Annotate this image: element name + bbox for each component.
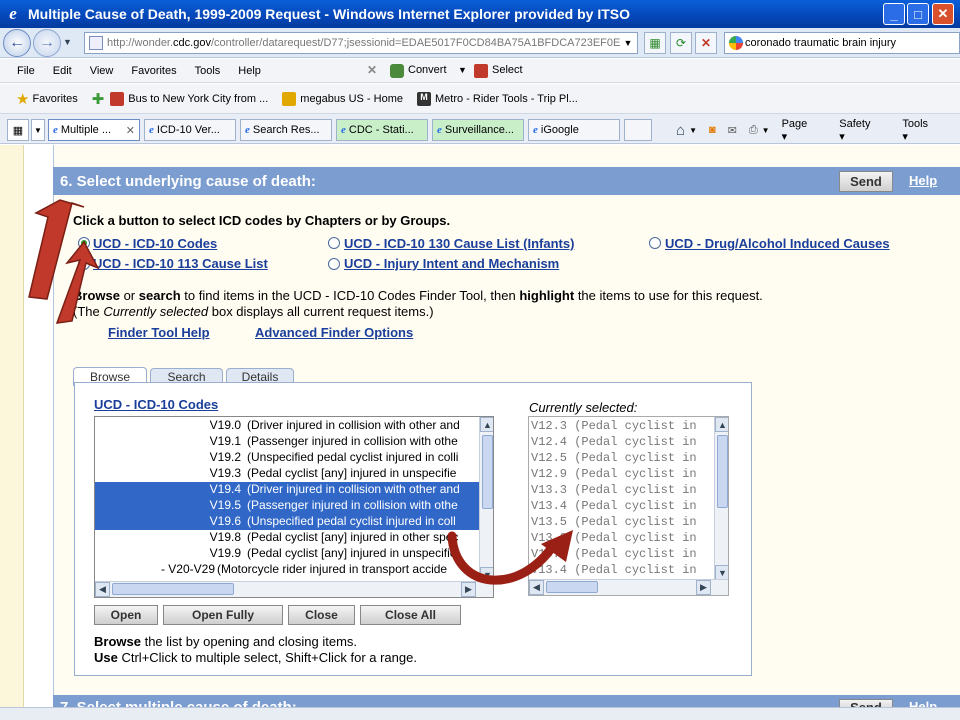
menu-tools[interactable]: Tools: [186, 65, 230, 77]
url-path: /controller/datarequest/D77;jsessionid=E…: [210, 37, 621, 49]
megabus-icon: [282, 91, 297, 106]
feeds-icon[interactable]: ◙: [709, 124, 716, 136]
history-dropdown-icon[interactable]: ▼: [63, 37, 72, 47]
favorites-star-icon: ★: [16, 90, 30, 108]
menu-edit[interactable]: Edit: [44, 65, 81, 77]
tab-igoogle-label: iGoogle: [540, 124, 579, 136]
url-input[interactable]: http://wonder. cdc.gov/controller/datareq…: [84, 32, 638, 54]
favorites-button[interactable]: ★ Favorites: [16, 90, 78, 108]
page-icon: [89, 36, 103, 50]
url-dropdown-icon[interactable]: ▼: [620, 32, 636, 54]
tab-multiple[interactable]: e Multiple ... ✕: [48, 119, 140, 141]
tab-ie-icon: e: [245, 124, 250, 136]
menu-file[interactable]: File: [8, 65, 44, 77]
tab-ie-icon: e: [437, 124, 442, 136]
fav-bus-nyc[interactable]: Bus to New York City from ...: [110, 91, 269, 106]
google-icon: [729, 36, 743, 50]
menu-bar: File Edit View Favorites Tools Help ✕ Co…: [0, 59, 960, 83]
new-tab-button[interactable]: [624, 119, 652, 141]
search-query: coronado traumatic brain injury: [745, 37, 897, 49]
page-menu[interactable]: Page ▾: [782, 118, 828, 143]
tab-surveillance-label: Surveillance...: [444, 124, 514, 136]
maximize-button[interactable]: □: [907, 3, 929, 25]
tab-multiple-label: Multiple ...: [60, 124, 112, 136]
add-favorite-button[interactable]: ✚: [92, 90, 105, 108]
tab-surveillance[interactable]: e Surveillance...: [432, 119, 524, 141]
tab-list-dropdown-icon[interactable]: ▼: [31, 119, 45, 141]
safety-menu[interactable]: Safety ▾: [839, 118, 890, 143]
tab-cdc-stats-label: CDC - Stati...: [348, 124, 414, 136]
menu-view[interactable]: View: [81, 65, 123, 77]
tools-menu[interactable]: Tools ▾: [902, 118, 948, 143]
minimize-button[interactable]: _: [883, 3, 905, 25]
refresh-icon[interactable]: ⟳: [670, 32, 692, 54]
convert-icon: [390, 64, 404, 78]
page-menu-label: Page: [781, 117, 808, 130]
favorites-label: Favorites: [32, 92, 78, 105]
fav-megabus[interactable]: megabus US - Home: [282, 91, 403, 106]
window-title: Multiple Cause of Death, 1999-2009 Reque…: [28, 6, 630, 22]
forward-arrow-icon: →: [39, 34, 55, 51]
tab-icd10[interactable]: e ICD-10 Ver...: [144, 119, 236, 141]
metro-icon: M: [417, 91, 431, 106]
tab-search-results-label: Search Res...: [252, 124, 320, 136]
compat-view-icon[interactable]: ▦: [644, 32, 666, 54]
url-prefix: http://wonder.: [107, 37, 174, 49]
bus-site-icon: [110, 91, 125, 106]
tab-ie-icon: e: [533, 124, 538, 136]
convert-dropdown-icon[interactable]: ▼: [458, 65, 467, 75]
back-button[interactable]: ←: [3, 29, 31, 57]
command-bar: ⌂ ▼ ◙ ✉ ⎙ ▼ Page ▾ Safety ▾ Tools ▾: [676, 118, 960, 143]
tab-cdc-stats[interactable]: e CDC - Stati...: [336, 119, 428, 141]
tools-menu-label: Tools: [902, 117, 929, 130]
fav-metro[interactable]: M Metro - Rider Tools - Trip Pl...: [417, 91, 578, 106]
fav-megabus-label: megabus US - Home: [300, 92, 403, 105]
menu-favorites[interactable]: Favorites: [122, 65, 185, 77]
close-tab-icon[interactable]: ✕: [126, 124, 135, 137]
print-dropdown-icon[interactable]: ▼: [762, 126, 770, 135]
window-titlebar: e Multiple Cause of Death, 1999-2009 Req…: [0, 0, 960, 28]
search-input[interactable]: coronado traumatic brain injury: [724, 32, 960, 54]
print-icon[interactable]: ⎙: [749, 124, 758, 137]
tab-search-results[interactable]: e Search Res...: [240, 119, 332, 141]
home-dropdown-icon[interactable]: ▼: [689, 126, 697, 135]
close-window-button[interactable]: ✕: [932, 3, 954, 25]
ie-logo-icon: e: [9, 4, 17, 23]
annotation-arrow-up-2: [55, 240, 100, 324]
url-domain: cdc.gov: [173, 37, 211, 49]
annotation-curved-arrow: [447, 531, 560, 585]
select-button[interactable]: Select: [492, 64, 523, 76]
close-toolbar-icon[interactable]: ✕: [367, 63, 377, 77]
home-icon[interactable]: ⌂: [676, 122, 685, 139]
favorites-bar: ★ Favorites ✚ Bus to New York City from .…: [0, 84, 960, 114]
address-toolbar: ← → ▼ http://wonder. cdc.gov/controller/d…: [0, 28, 960, 58]
convert-button[interactable]: Convert: [408, 64, 447, 76]
quick-tabs-icon[interactable]: ▦: [7, 119, 29, 141]
annotation-arrows: [28, 199, 573, 585]
menu-help[interactable]: Help: [229, 65, 270, 77]
forward-button[interactable]: →: [33, 29, 61, 57]
tab-ie-icon: e: [149, 124, 154, 136]
browser-tab-bar: ▦ ▼ e Multiple ... ✕ e ICD-10 Ver... e Searc…: [0, 114, 960, 144]
read-mail-icon[interactable]: ✉: [728, 124, 737, 137]
tab-ie-icon: e: [341, 124, 346, 136]
safety-menu-label: Safety: [839, 117, 871, 130]
tab-igoogle[interactable]: e iGoogle: [528, 119, 620, 141]
tab-ie-icon: e: [53, 124, 58, 136]
back-arrow-icon: ←: [9, 34, 25, 51]
tab-icd10-label: ICD-10 Ver...: [156, 124, 220, 136]
select-icon: [474, 64, 488, 78]
stop-icon[interactable]: ✕: [695, 32, 717, 54]
fav-metro-label: Metro - Rider Tools - Trip Pl...: [435, 92, 578, 105]
fav-bus-nyc-label: Bus to New York City from ...: [128, 92, 269, 105]
add-favorite-icon: ✚: [91, 90, 105, 108]
